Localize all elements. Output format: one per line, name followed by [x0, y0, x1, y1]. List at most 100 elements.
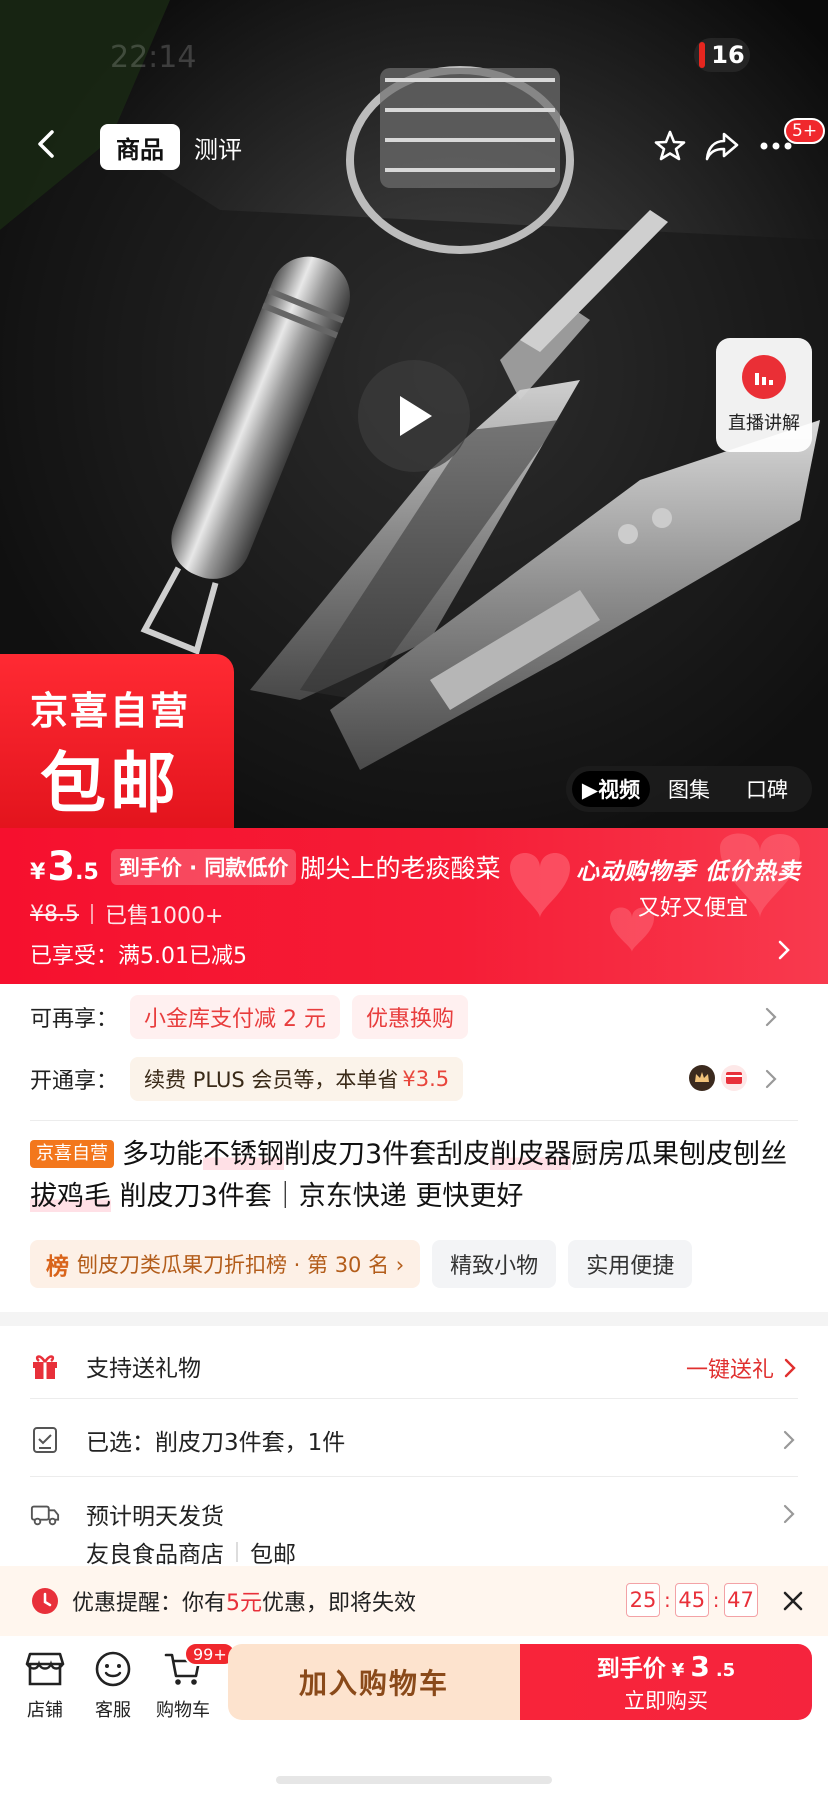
tab-review[interactable]: 测评: [194, 124, 242, 170]
tab-goods[interactable]: 商品: [100, 124, 180, 170]
section-gap: [0, 1312, 828, 1326]
discount-applied: 已享受：满5.01已减5: [30, 944, 247, 969]
star-icon[interactable]: [648, 124, 692, 168]
tags-row: 榜 刨皮刀类瓜果刀折扣榜 · 第 30 名 › 精致小物 实用便捷: [30, 1240, 693, 1288]
gift-text: 支持送礼物: [86, 1356, 201, 1382]
promo-title: 心动购物季 低价热卖: [576, 859, 802, 885]
buy-price-prefix: 到手价: [596, 1656, 666, 1682]
service-button[interactable]: 客服: [78, 1650, 148, 1722]
tag-chip[interactable]: 精致小物: [432, 1240, 557, 1288]
price-slogan: 脚尖上的老痰酸菜: [300, 854, 501, 883]
price-banner[interactable]: ¥ 3 .5 到手价 · 同款低价 脚尖上的老痰酸菜 心动购物季 低价热卖 又好…: [0, 828, 828, 984]
crown-icon: [689, 1065, 715, 1091]
coupon-chip-wallet[interactable]: 小金库支付减 2 元: [130, 995, 340, 1039]
status-time: 22:14: [110, 40, 197, 75]
promo-subtitle: 又好又便宜: [638, 896, 749, 921]
original-price-row: ¥8.5 已售1000+: [30, 898, 223, 930]
plus-membership-row[interactable]: 开通享： 续费 PLUS 会员等，本单省 ¥3.5: [30, 1056, 810, 1102]
countdown-hours: 25: [626, 1583, 660, 1617]
plus-label: 开通享：: [30, 1069, 119, 1094]
divider: [30, 1476, 798, 1477]
close-icon[interactable]: [778, 1586, 808, 1616]
reminder-amount: 5元: [226, 1591, 263, 1616]
selected-icon: [30, 1425, 60, 1455]
chevron-right-icon: [783, 1430, 795, 1450]
store-icon: [25, 1652, 65, 1686]
reminder-prefix: 优惠提醒：你有: [72, 1591, 227, 1616]
buy-price-currency: ¥: [671, 1660, 685, 1681]
cart-label: 购物车: [156, 1700, 210, 1721]
reminder-suffix: 优惠，即将失效: [262, 1591, 417, 1616]
countdown-minutes: 45: [674, 1583, 709, 1617]
home-indicator: [276, 1776, 552, 1784]
brand-tag: 京喜自营 包邮: [0, 654, 234, 828]
shop-row: 友良食品商店 包邮: [86, 1536, 828, 1568]
product-title: 京喜自营 多功能不锈钢削皮刀3件套刮皮削皮器厨房瓜果刨皮刨丝拔鸡毛 削皮刀3件套｜…: [30, 1134, 800, 1218]
chevron-right-icon: [765, 1007, 777, 1027]
store-label: 店铺: [27, 1700, 63, 1721]
title-part-highlight: 不锈钢: [203, 1139, 284, 1170]
extra-discount-row[interactable]: 可再享： 小金库支付减 2 元 优惠换购: [30, 994, 810, 1040]
product-hero[interactable]: 22:14 16 商品 测评 5+ 直播讲解 京喜自营 包邮 ▶视频 图集 口碑: [0, 0, 828, 828]
self-operated-badge: 京喜自营: [30, 1140, 114, 1168]
plus-text: 续费 PLUS 会员等，本单省: [144, 1068, 399, 1092]
live-icon: [742, 355, 786, 399]
buy-price-integer: 3: [690, 1650, 710, 1683]
selected-text: 已选：削皮刀3件套，1件: [86, 1430, 346, 1456]
media-tab-video[interactable]: ▶视频: [572, 771, 650, 807]
gift-action[interactable]: 一键送礼: [686, 1352, 798, 1384]
selected-spec-row[interactable]: 已选：削皮刀3件套，1件: [30, 1420, 798, 1460]
plus-chip[interactable]: 续费 PLUS 会员等，本单省 ¥3.5: [130, 1057, 464, 1101]
shipping-text: 预计明天发货: [86, 1504, 224, 1530]
reminder-text: 优惠提醒：你有5元优惠，即将失效: [72, 1585, 416, 1617]
countdown-colon: :: [712, 1588, 720, 1612]
rank-text: 刨皮刀类瓜果刀折扣榜 · 第 30 名 ›: [77, 1253, 405, 1277]
title-part: 多功能: [122, 1139, 203, 1170]
brand-tag-line1: 京喜自营: [30, 689, 191, 733]
gift-row[interactable]: 支持送礼物 一键送礼: [30, 1346, 798, 1386]
title-part: 削皮刀3件套｜京东快递 更快更好: [111, 1181, 524, 1212]
discount-reminder[interactable]: 优惠提醒：你有5元优惠，即将失效 25 : 45 : 47: [0, 1566, 828, 1636]
back-icon[interactable]: [30, 126, 66, 162]
cart-button[interactable]: 购物车 99+: [148, 1642, 236, 1722]
price-currency: ¥: [30, 859, 46, 885]
countdown-colon: :: [664, 1588, 671, 1612]
gift-action-label: 一键送礼: [685, 1358, 774, 1383]
buy-price: 到手价 ¥3.5: [597, 1649, 735, 1683]
buy-now-button[interactable]: 到手价 ¥3.5 立即购买: [520, 1644, 812, 1720]
card-icon: [721, 1065, 747, 1091]
divider: [236, 1542, 238, 1562]
service-label: 客服: [95, 1700, 131, 1721]
rank-chip[interactable]: 榜 刨皮刀类瓜果刀折扣榜 · 第 30 名 ›: [30, 1240, 421, 1288]
store-button[interactable]: 店铺: [10, 1650, 80, 1722]
media-tabs: ▶视频 图集 口碑: [566, 766, 812, 812]
shop-extra: 包邮: [250, 1542, 296, 1568]
buy-price-decimal: .5: [715, 1660, 736, 1681]
brand-tag-line2: 包邮: [40, 745, 180, 822]
live-explain-button[interactable]: 直播讲解: [716, 338, 812, 452]
rank-icon: 榜: [46, 1254, 69, 1280]
divider: [90, 904, 93, 924]
add-to-cart-button[interactable]: 加入购物车: [228, 1644, 520, 1720]
extra-discount-label: 可再享：: [30, 1007, 119, 1032]
media-tab-reviews[interactable]: 口碑: [728, 771, 806, 807]
plus-icons: [688, 1064, 748, 1092]
share-icon[interactable]: [700, 124, 744, 168]
service-icon: [95, 1651, 131, 1687]
media-tab-gallery[interactable]: 图集: [650, 771, 728, 807]
clock-icon: [32, 1588, 58, 1614]
price-integer: 3: [47, 844, 76, 890]
shipping-row[interactable]: 预计明天发货: [30, 1494, 798, 1534]
battery-indicator: 16: [694, 38, 750, 72]
tag-chip[interactable]: 实用便捷: [568, 1240, 693, 1288]
coupon-chip-exchange[interactable]: 优惠换购: [352, 995, 469, 1039]
truck-icon: [30, 1499, 60, 1529]
price-row: ¥ 3 .5 到手价 · 同款低价 脚尖上的老痰酸菜: [30, 844, 500, 890]
divider: [30, 1398, 798, 1399]
divider: [30, 1120, 798, 1121]
chevron-right-icon: [783, 1504, 795, 1524]
bottom-action-bar: 店铺 客服 购物车 99+ 加入购物车 到手价 ¥3.5 立即购买: [0, 1636, 828, 1795]
more-badge: 5+: [784, 118, 826, 144]
play-icon[interactable]: [358, 360, 470, 472]
chevron-right-icon[interactable]: [774, 936, 794, 964]
